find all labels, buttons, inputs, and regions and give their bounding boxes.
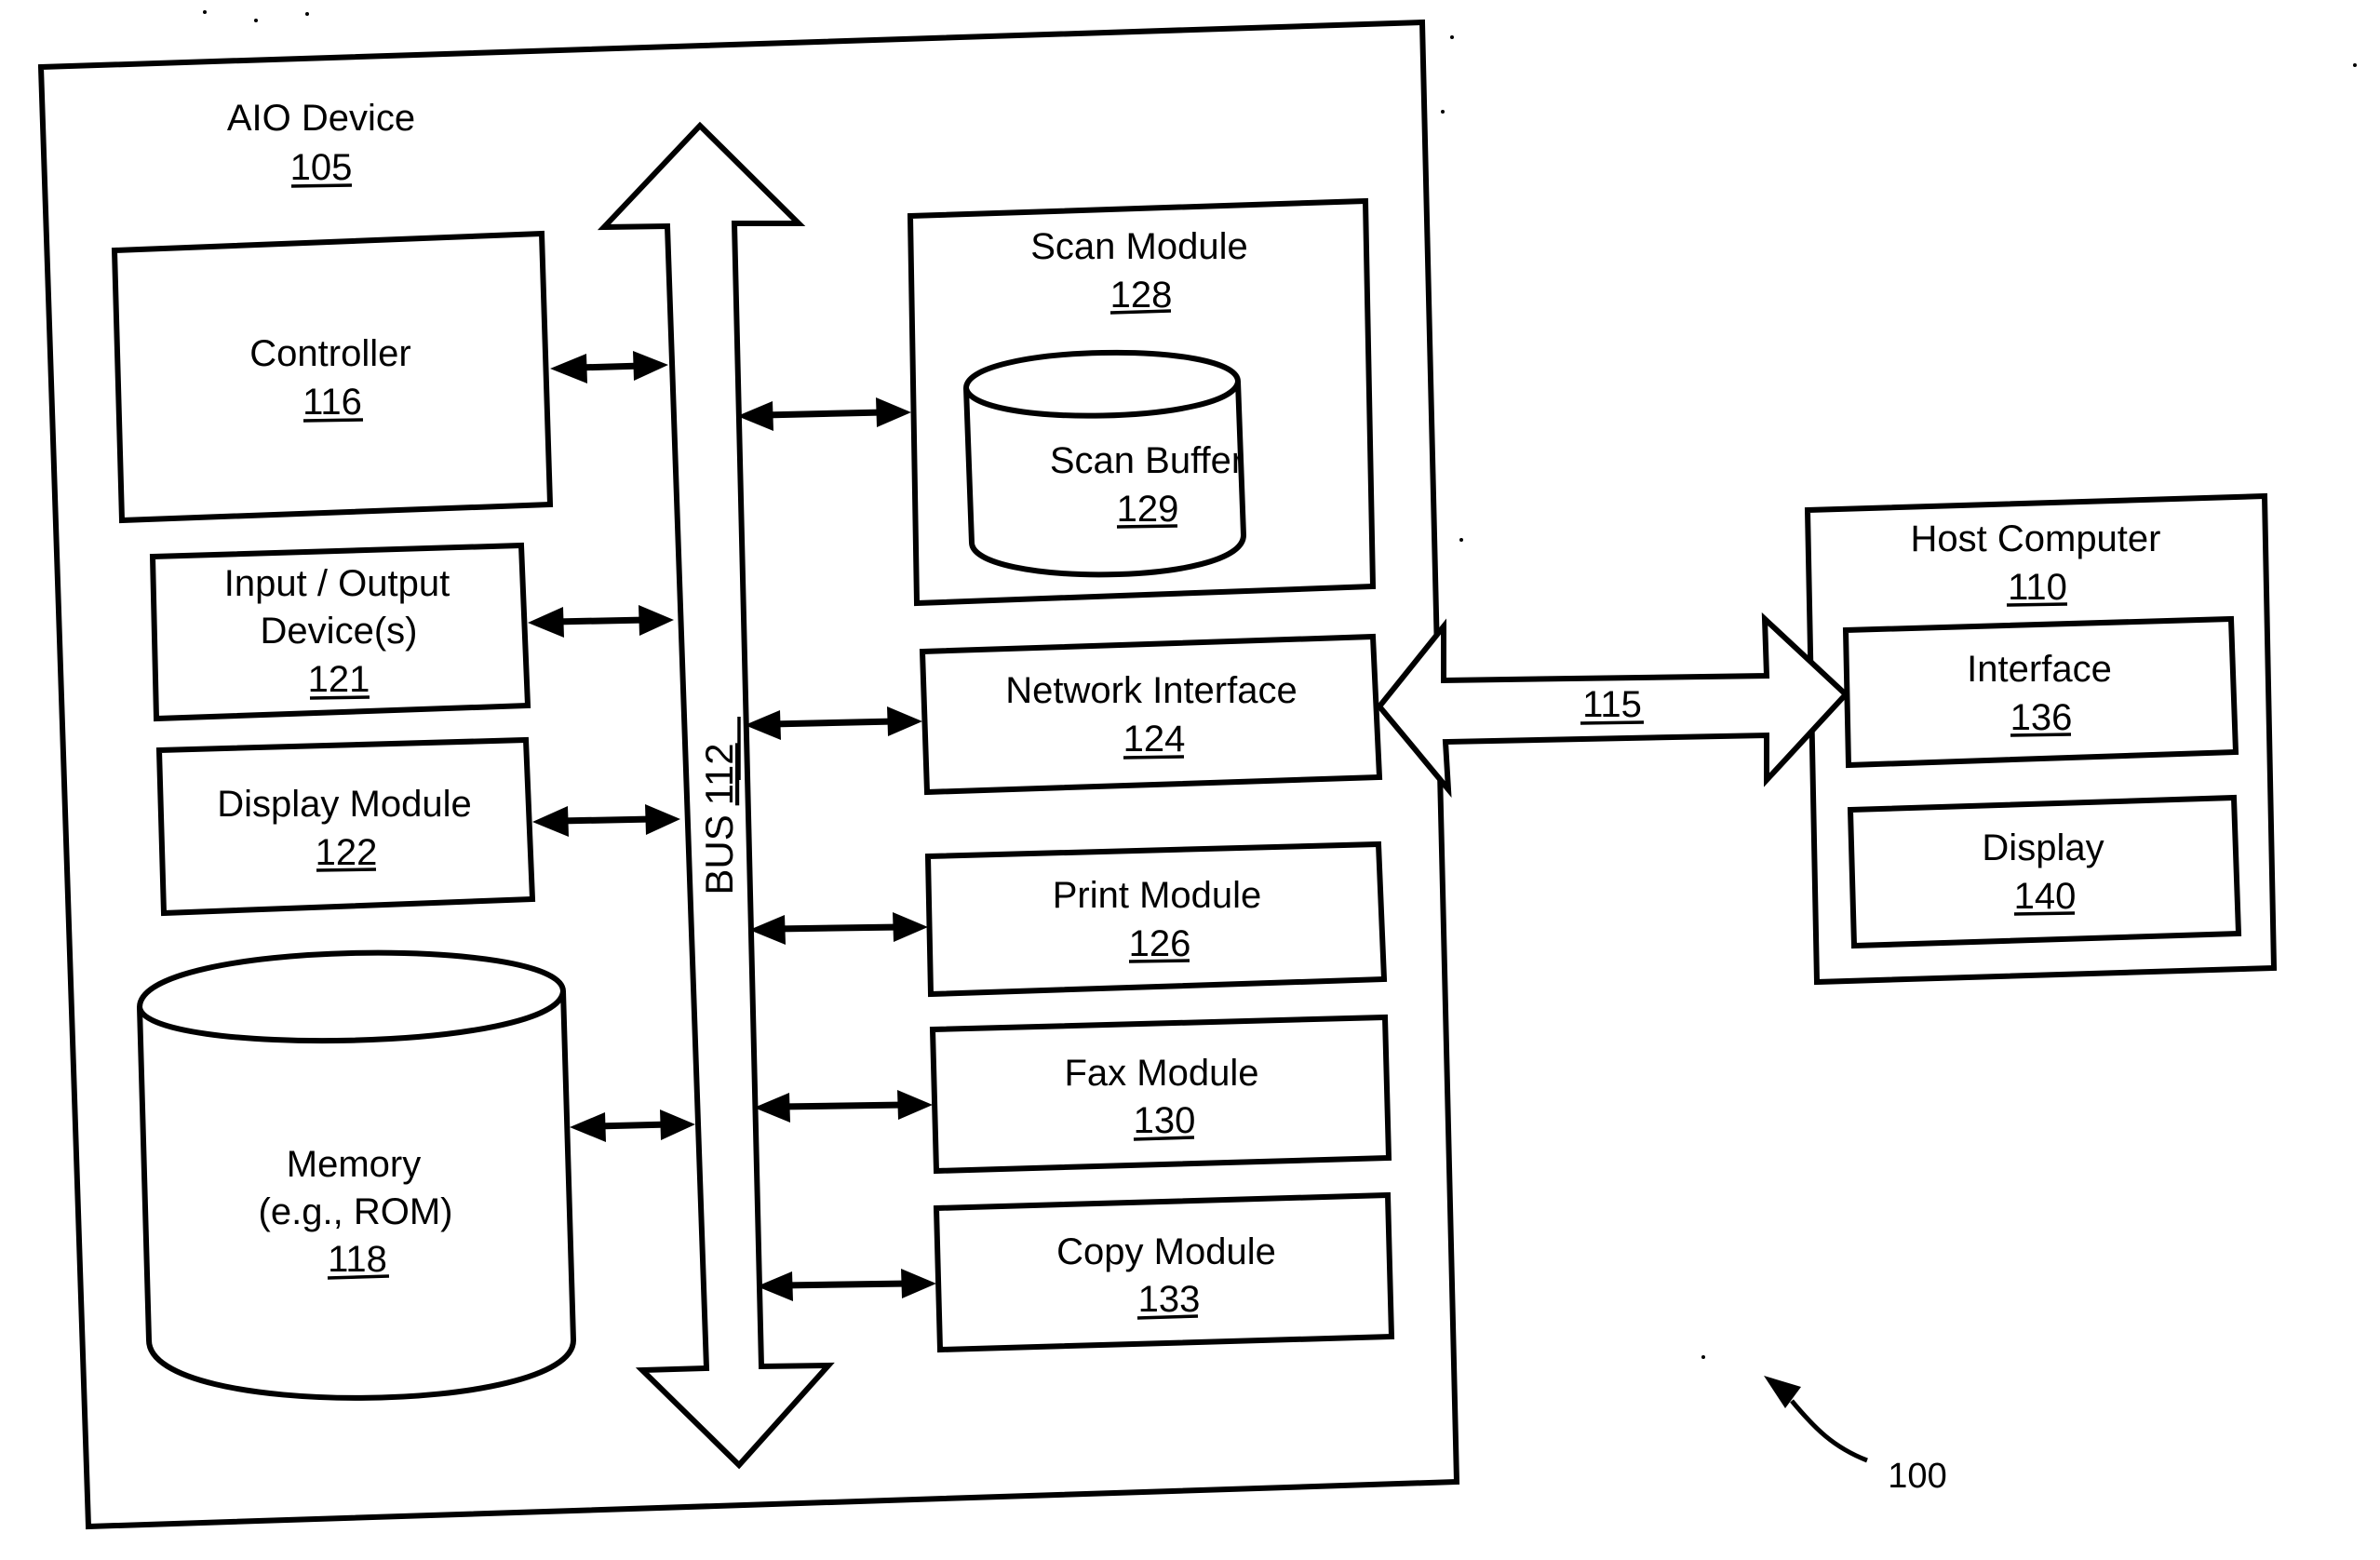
- fax-module-label: Fax Module: [1065, 1053, 1259, 1094]
- aio-system-block-diagram: AIO Device 105 BUS 112 Controller 116 Inp…: [37, 10, 2357, 1530]
- aio-device-number: 105: [290, 147, 353, 188]
- print-module-126: Print Module 126: [924, 841, 1388, 998]
- network-interface-label: Network Interface: [1005, 670, 1297, 711]
- figure-number: 100: [1888, 1457, 1946, 1496]
- scan-module-number: 128: [1110, 275, 1173, 316]
- link-number: 115: [1582, 684, 1642, 725]
- network-interface-124: Network Interface 124: [919, 633, 1383, 796]
- print-module-number: 126: [1129, 923, 1191, 964]
- io-number: 121: [308, 659, 370, 700]
- memory-number: 118: [328, 1239, 387, 1280]
- display-module-label: Display Module: [217, 784, 471, 825]
- controller-label: Controller: [249, 333, 410, 374]
- scan-buffer-129: Scan Buffer 129: [962, 349, 1247, 578]
- interface-label: Interface: [1967, 649, 2112, 690]
- memory-label-line2: (e.g., ROM): [259, 1191, 453, 1232]
- io-devices-121: Input / Output Device(s) 121: [149, 542, 531, 722]
- memory-label-line1: Memory: [287, 1144, 421, 1185]
- controller-number: 116: [303, 382, 362, 423]
- display-140: Display 140: [1847, 794, 2242, 949]
- bus-label: BUS 112: [697, 743, 741, 894]
- copy-module-133: Copy Module 133: [933, 1191, 1395, 1353]
- scan-buffer-number: 129: [1117, 489, 1179, 530]
- network-interface-number: 124: [1123, 719, 1186, 760]
- bus-number: 112: [697, 743, 741, 805]
- display-number: 140: [2014, 876, 2077, 917]
- bus-label-text: BUS: [697, 814, 741, 894]
- display-module-number: 122: [316, 832, 378, 873]
- controller-116: Controller 116: [111, 230, 554, 524]
- fax-module-number: 130: [1134, 1100, 1196, 1141]
- host-computer-title: Host Computer: [1911, 518, 2161, 559]
- scan-buffer-label: Scan Buffer: [1050, 440, 1244, 481]
- io-label-line1: Input / Output: [224, 563, 450, 604]
- link-115: 115: [1376, 612, 1850, 798]
- display-module-122: Display Module 122: [155, 736, 536, 917]
- memory-118: Memory (e.g., ROM) 118: [136, 949, 577, 1401]
- print-module-label: Print Module: [1053, 875, 1262, 916]
- host-computer-number: 110: [2008, 567, 2067, 608]
- scan-module-128: Scan Module 128 Scan Buffer 129: [907, 197, 1377, 607]
- copy-module-number: 133: [1138, 1279, 1201, 1320]
- copy-module-label: Copy Module: [1056, 1231, 1276, 1272]
- interface-136: Interface 136: [1842, 615, 2239, 769]
- interface-number: 136: [2010, 697, 2073, 738]
- scan-module-label: Scan Module: [1030, 226, 1247, 267]
- aio-device-title: AIO Device: [227, 98, 415, 139]
- io-label-line2: Device(s): [261, 611, 418, 652]
- figure-reference-100: 100: [1764, 1376, 1947, 1496]
- host-computer-110: Host Computer 110 Interface 136 Display …: [1804, 492, 2278, 986]
- display-label: Display: [1982, 827, 2104, 868]
- fax-module-130: Fax Module 130: [929, 1014, 1392, 1175]
